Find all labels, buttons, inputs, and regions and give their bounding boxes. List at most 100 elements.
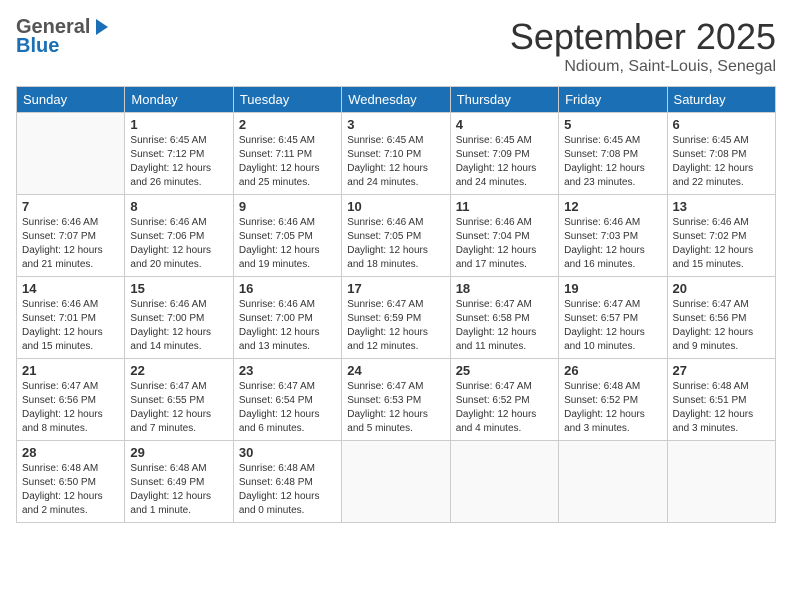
weekday-header-tuesday: Tuesday <box>233 87 341 113</box>
day-number: 22 <box>130 363 227 378</box>
day-info: Sunrise: 6:47 AM Sunset: 6:58 PM Dayligh… <box>456 298 553 354</box>
calendar-cell: 22Sunrise: 6:47 AM Sunset: 6:55 PM Dayli… <box>125 359 233 441</box>
calendar-cell <box>17 113 125 195</box>
day-info: Sunrise: 6:48 AM Sunset: 6:51 PM Dayligh… <box>673 380 770 436</box>
day-info: Sunrise: 6:46 AM Sunset: 7:00 PM Dayligh… <box>239 298 336 354</box>
calendar-cell: 21Sunrise: 6:47 AM Sunset: 6:56 PM Dayli… <box>17 359 125 441</box>
day-info: Sunrise: 6:46 AM Sunset: 7:05 PM Dayligh… <box>239 216 336 272</box>
calendar-cell: 13 Sunrise: 6:46 AM Sunset: 7:02 PM Dayli… <box>667 195 775 277</box>
calendar-cell: 26Sunrise: 6:48 AM Sunset: 6:52 PM Dayli… <box>559 359 667 441</box>
calendar-cell: 15 Sunrise: 6:46 AM Sunset: 7:00 PM Dayli… <box>125 277 233 359</box>
calendar-cell: 10Sunrise: 6:46 AM Sunset: 7:05 PM Dayli… <box>342 195 450 277</box>
day-number: 4 <box>456 117 553 132</box>
day-info: Sunrise: 6:46 AM Sunset: 7:07 PM Dayligh… <box>22 216 119 272</box>
calendar-cell: 11 Sunrise: 6:46 AM Sunset: 7:04 PM Dayli… <box>450 195 558 277</box>
day-info: Sunrise: 6:47 AM Sunset: 6:54 PM Dayligh… <box>239 380 336 436</box>
day-number: 30 <box>239 445 336 460</box>
calendar-cell: 19Sunrise: 6:47 AM Sunset: 6:57 PM Dayli… <box>559 277 667 359</box>
day-info: Sunrise: 6:45 AM Sunset: 7:10 PM Dayligh… <box>347 134 444 190</box>
calendar-table: SundayMondayTuesdayWednesdayThursdayFrid… <box>16 86 776 523</box>
day-number: 17 <box>347 281 444 296</box>
calendar-cell: 18 Sunrise: 6:47 AM Sunset: 6:58 PM Dayli… <box>450 277 558 359</box>
calendar-cell: 25 Sunrise: 6:47 AM Sunset: 6:52 PM Dayli… <box>450 359 558 441</box>
week-row-0: 1 Sunrise: 6:45 AM Sunset: 7:12 PM Daylig… <box>17 113 776 195</box>
week-row-2: 14Sunrise: 6:46 AM Sunset: 7:01 PM Dayli… <box>17 277 776 359</box>
day-number: 18 <box>456 281 553 296</box>
calendar-cell: 6 Sunrise: 6:45 AM Sunset: 7:08 PM Daylig… <box>667 113 775 195</box>
day-info: Sunrise: 6:45 AM Sunset: 7:09 PM Dayligh… <box>456 134 553 190</box>
calendar-cell: 9 Sunrise: 6:46 AM Sunset: 7:05 PM Daylig… <box>233 195 341 277</box>
day-info: Sunrise: 6:46 AM Sunset: 7:03 PM Dayligh… <box>564 216 661 272</box>
day-number: 15 <box>130 281 227 296</box>
day-number: 1 <box>130 117 227 132</box>
week-row-1: 7 Sunrise: 6:46 AM Sunset: 7:07 PM Daylig… <box>17 195 776 277</box>
weekday-header-thursday: Thursday <box>450 87 558 113</box>
day-info: Sunrise: 6:46 AM Sunset: 7:00 PM Dayligh… <box>130 298 227 354</box>
calendar-cell: 1 Sunrise: 6:45 AM Sunset: 7:12 PM Daylig… <box>125 113 233 195</box>
day-number: 12 <box>564 199 661 214</box>
calendar-cell: 16 Sunrise: 6:46 AM Sunset: 7:00 PM Dayli… <box>233 277 341 359</box>
calendar-cell: 23 Sunrise: 6:47 AM Sunset: 6:54 PM Dayli… <box>233 359 341 441</box>
day-info: Sunrise: 6:46 AM Sunset: 7:06 PM Dayligh… <box>130 216 227 272</box>
weekday-header-monday: Monday <box>125 87 233 113</box>
calendar-cell: 5 Sunrise: 6:45 AM Sunset: 7:08 PM Daylig… <box>559 113 667 195</box>
logo-blue-text: Blue <box>16 35 59 57</box>
day-number: 27 <box>673 363 770 378</box>
location-text: Ndioum, Saint-Louis, Senegal <box>510 58 776 76</box>
calendar-cell <box>559 441 667 523</box>
day-number: 6 <box>673 117 770 132</box>
day-info: Sunrise: 6:45 AM Sunset: 7:11 PM Dayligh… <box>239 134 336 190</box>
calendar-cell: 2 Sunrise: 6:45 AM Sunset: 7:11 PM Daylig… <box>233 113 341 195</box>
calendar-cell: 29Sunrise: 6:48 AM Sunset: 6:49 PM Dayli… <box>125 441 233 523</box>
weekday-header-saturday: Saturday <box>667 87 775 113</box>
day-number: 20 <box>673 281 770 296</box>
day-info: Sunrise: 6:46 AM Sunset: 7:02 PM Dayligh… <box>673 216 770 272</box>
day-number: 2 <box>239 117 336 132</box>
calendar-cell: 12 Sunrise: 6:46 AM Sunset: 7:03 PM Dayli… <box>559 195 667 277</box>
day-number: 10 <box>347 199 444 214</box>
day-number: 25 <box>456 363 553 378</box>
day-info: Sunrise: 6:46 AM Sunset: 7:04 PM Dayligh… <box>456 216 553 272</box>
weekday-header-row: SundayMondayTuesdayWednesdayThursdayFrid… <box>17 87 776 113</box>
calendar-cell: 4 Sunrise: 6:45 AM Sunset: 7:09 PM Daylig… <box>450 113 558 195</box>
calendar-cell: 14Sunrise: 6:46 AM Sunset: 7:01 PM Dayli… <box>17 277 125 359</box>
day-number: 9 <box>239 199 336 214</box>
day-number: 11 <box>456 199 553 214</box>
week-row-3: 21Sunrise: 6:47 AM Sunset: 6:56 PM Dayli… <box>17 359 776 441</box>
calendar-cell: 30 Sunrise: 6:48 AM Sunset: 6:48 PM Dayli… <box>233 441 341 523</box>
day-info: Sunrise: 6:46 AM Sunset: 7:01 PM Dayligh… <box>22 298 119 354</box>
day-info: Sunrise: 6:47 AM Sunset: 6:56 PM Dayligh… <box>673 298 770 354</box>
day-number: 7 <box>22 199 119 214</box>
month-title: September 2025 <box>510 16 776 58</box>
calendar-cell: 20 Sunrise: 6:47 AM Sunset: 6:56 PM Dayli… <box>667 277 775 359</box>
day-info: Sunrise: 6:45 AM Sunset: 7:12 PM Dayligh… <box>130 134 227 190</box>
day-info: Sunrise: 6:47 AM Sunset: 6:52 PM Dayligh… <box>456 380 553 436</box>
day-number: 8 <box>130 199 227 214</box>
calendar-cell: 3 Sunrise: 6:45 AM Sunset: 7:10 PM Daylig… <box>342 113 450 195</box>
page-header: General Blue September 2025 Ndioum, Sain… <box>16 16 776 76</box>
calendar-cell <box>450 441 558 523</box>
day-number: 3 <box>347 117 444 132</box>
calendar-cell: 7 Sunrise: 6:46 AM Sunset: 7:07 PM Daylig… <box>17 195 125 277</box>
weekday-header-friday: Friday <box>559 87 667 113</box>
day-info: Sunrise: 6:47 AM Sunset: 6:59 PM Dayligh… <box>347 298 444 354</box>
day-number: 23 <box>239 363 336 378</box>
day-number: 24 <box>347 363 444 378</box>
day-number: 13 <box>673 199 770 214</box>
day-number: 5 <box>564 117 661 132</box>
day-info: Sunrise: 6:48 AM Sunset: 6:50 PM Dayligh… <box>22 462 119 518</box>
day-number: 26 <box>564 363 661 378</box>
calendar-cell: 27 Sunrise: 6:48 AM Sunset: 6:51 PM Dayli… <box>667 359 775 441</box>
day-number: 29 <box>130 445 227 460</box>
day-info: Sunrise: 6:45 AM Sunset: 7:08 PM Dayligh… <box>673 134 770 190</box>
day-info: Sunrise: 6:48 AM Sunset: 6:48 PM Dayligh… <box>239 462 336 518</box>
calendar-cell: 24Sunrise: 6:47 AM Sunset: 6:53 PM Dayli… <box>342 359 450 441</box>
title-block: September 2025 Ndioum, Saint-Louis, Sene… <box>510 16 776 76</box>
week-row-4: 28Sunrise: 6:48 AM Sunset: 6:50 PM Dayli… <box>17 441 776 523</box>
logo: General Blue <box>16 16 112 58</box>
day-info: Sunrise: 6:45 AM Sunset: 7:08 PM Dayligh… <box>564 134 661 190</box>
weekday-header-wednesday: Wednesday <box>342 87 450 113</box>
calendar-cell: 28Sunrise: 6:48 AM Sunset: 6:50 PM Dayli… <box>17 441 125 523</box>
day-number: 16 <box>239 281 336 296</box>
calendar-cell: 8 Sunrise: 6:46 AM Sunset: 7:06 PM Daylig… <box>125 195 233 277</box>
